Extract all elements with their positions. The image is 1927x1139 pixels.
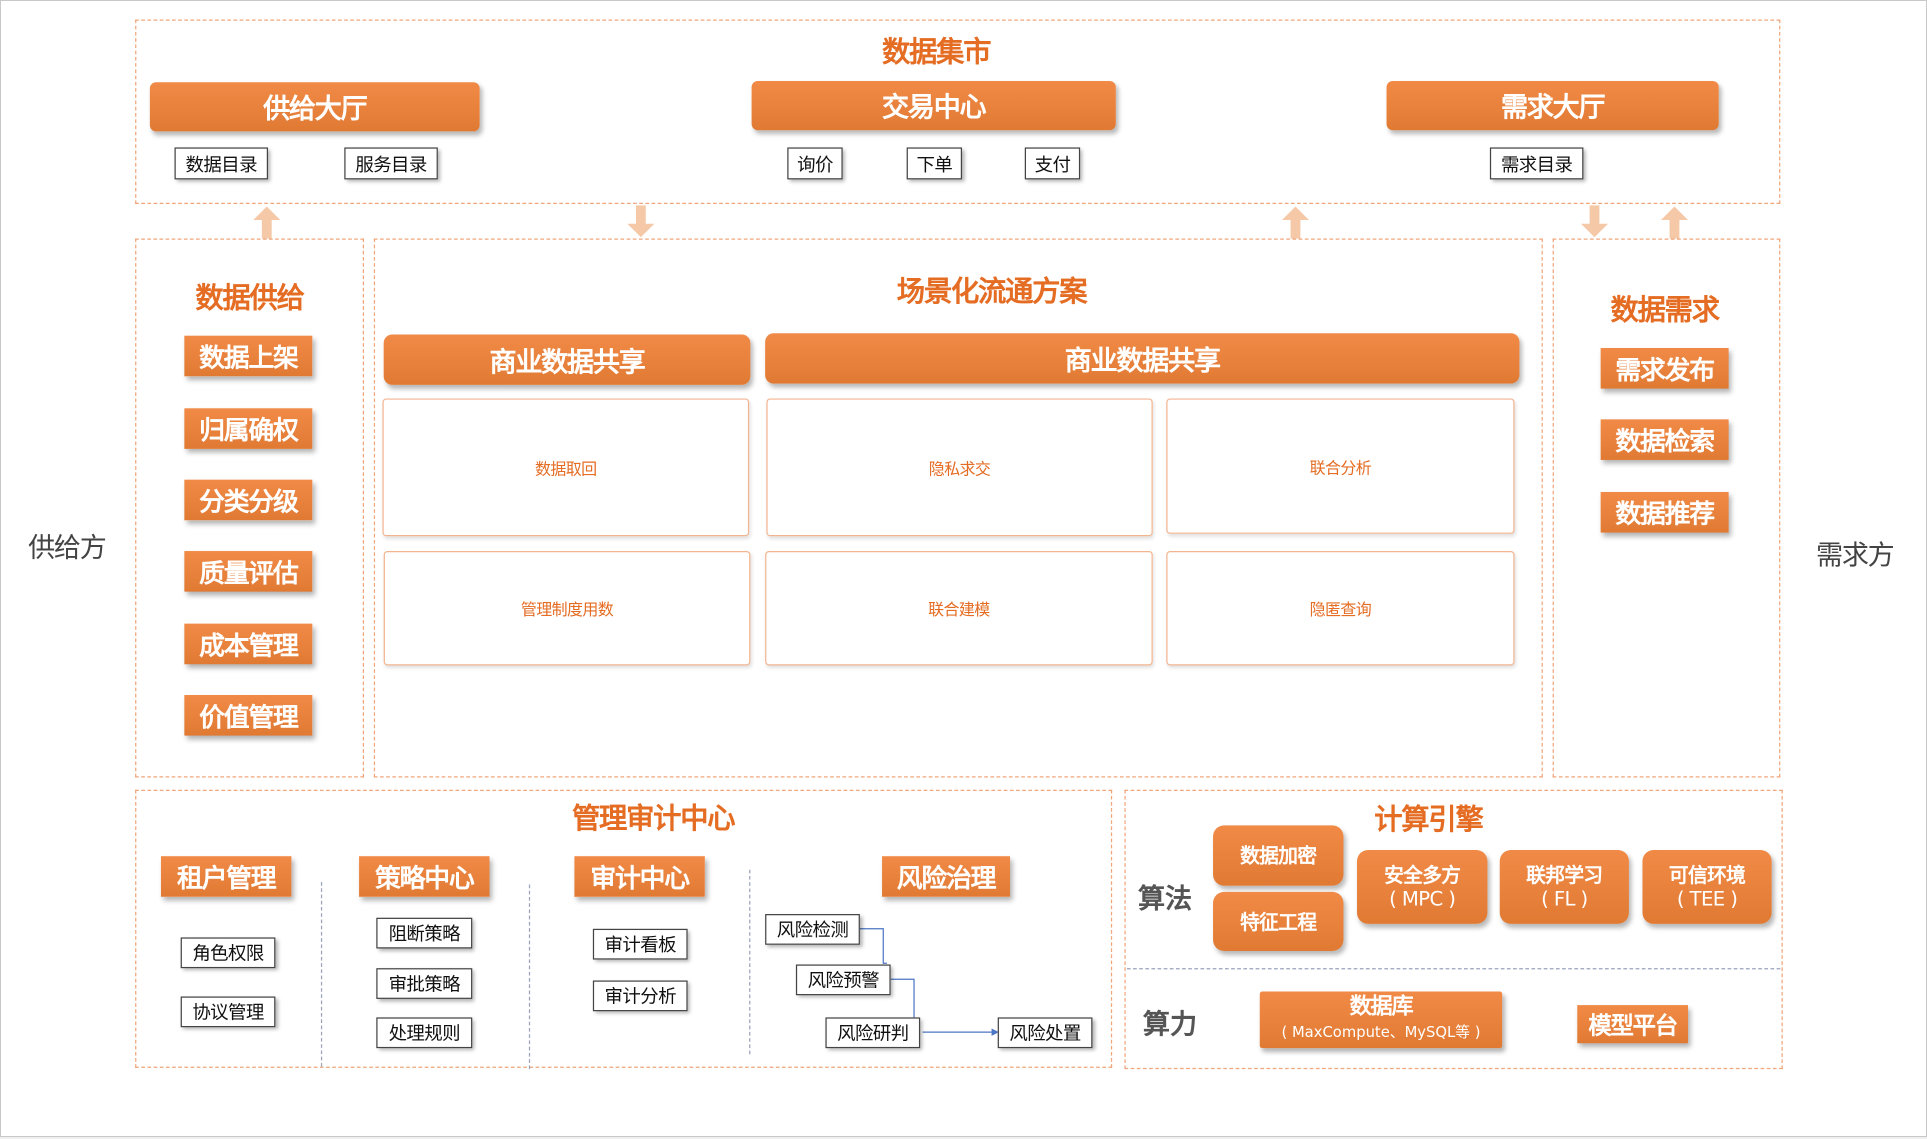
- feature-engineering-pill: 特征工程: [1213, 891, 1344, 951]
- demand-item-publish: 需求发布: [1600, 348, 1729, 389]
- data-encryption-pill: 数据加密: [1213, 825, 1344, 886]
- risk-warning-box: 风险预警: [795, 964, 891, 996]
- supply-item-quality: 质量评估: [184, 551, 313, 592]
- agreement-management-box: 协议管理: [180, 996, 276, 1028]
- demand-item-search: 数据检索: [1600, 419, 1729, 460]
- demander-side-label: 需求方: [1815, 541, 1895, 572]
- payment-box: 支付: [1024, 147, 1081, 180]
- data-demand-title: 数据需求: [1610, 295, 1720, 328]
- data-catalog-box: 数据目录: [174, 147, 269, 180]
- risk-disposal-box: 风险处置: [997, 1017, 1093, 1049]
- data-encryption-label: 数据加密: [1240, 843, 1317, 868]
- inquiry-box: 询价: [787, 147, 843, 180]
- block-policy-box: 阻断策略: [376, 917, 473, 949]
- handling-rule-box: 处理规则: [376, 1017, 473, 1049]
- data-supply-title: 数据供给: [195, 282, 305, 315]
- mpc-pill: 安全多方( MPC ): [1357, 850, 1488, 924]
- tenant-management-tag: 租户管理: [160, 856, 292, 897]
- supply-item-cost: 成本管理: [184, 623, 313, 665]
- arrow-down-icon: [627, 205, 655, 238]
- order-box: 下单: [906, 147, 963, 180]
- engine-divider: [1126, 968, 1781, 970]
- slide: 供给方 需求方 数据集市 供给大厅 数据目录 服务目录 交易中心 询价 下单 支…: [0, 0, 1927, 1137]
- scenario-title: 场景化流通方案: [896, 276, 1088, 309]
- data-market-title: 数据集市: [882, 36, 992, 69]
- supply-item-classification: 分类分级: [184, 479, 313, 521]
- scenario-cell-joint-modeling: 联合建模: [765, 551, 1153, 666]
- audit-analysis-box: 审计分析: [592, 980, 688, 1012]
- fl-label: 联邦学习: [1526, 863, 1603, 887]
- tee-label: 可信环境: [1668, 863, 1746, 887]
- scenario-cell-data-retrieval: 数据取回: [382, 398, 750, 537]
- audit-dashboard-box: 审计看板: [592, 928, 688, 960]
- compute-engine-title: 计算引擎: [1374, 804, 1484, 837]
- model-platform-tag: 模型平台: [1577, 1005, 1689, 1044]
- scenario-cell-policy-data-use: 管理制度用数: [383, 551, 751, 666]
- scenario-right-header: 商业数据共享: [765, 333, 1520, 384]
- arrow-down-icon: [1580, 205, 1609, 238]
- trade-center-bar: 交易中心: [751, 80, 1116, 131]
- role-permission-box: 角色权限: [180, 937, 276, 969]
- database-sub-label: ( MaxCompute、MySQL等 ): [1281, 1023, 1481, 1041]
- risk-governance-tag: 风险治理: [882, 856, 1011, 897]
- column-divider: [528, 884, 531, 1070]
- database-tag: 数据库 ( MaxCompute、MySQL等 ): [1259, 991, 1503, 1049]
- database-label: 数据库: [1349, 994, 1414, 1020]
- service-catalog-box: 服务目录: [344, 147, 438, 180]
- approval-policy-box: 审批策略: [376, 968, 473, 999]
- scenario-cell-joint-analysis: 联合分析: [1166, 398, 1515, 534]
- fl-sub-label: ( FL ): [1541, 886, 1588, 911]
- supply-hall-bar: 供给大厅: [149, 82, 480, 132]
- demand-catalog-box: 需求目录: [1489, 147, 1584, 180]
- mpc-sub-label: ( MPC ): [1389, 886, 1456, 911]
- mpc-label: 安全多方: [1384, 863, 1461, 887]
- arrow-up-icon: [1281, 206, 1310, 239]
- feature-engineering-label: 特征工程: [1240, 909, 1317, 934]
- diagram-canvas: 供给方 需求方 数据集市 供给大厅 数据目录 服务目录 交易中心 询价 下单 支…: [1, 1, 1927, 1139]
- tee-pill: 可信环境( TEE ): [1642, 850, 1772, 924]
- supply-item-listing: 数据上架: [184, 335, 313, 377]
- column-divider: [320, 882, 323, 1067]
- algorithm-label: 算法: [1137, 884, 1193, 916]
- policy-center-tag: 策略中心: [359, 856, 490, 897]
- risk-detect-box: 风险检测: [765, 914, 860, 945]
- demand-hall-bar: 需求大厅: [1386, 80, 1719, 131]
- supplier-side-label: 供给方: [28, 533, 107, 565]
- risk-assessment-box: 风险研判: [825, 1017, 921, 1049]
- supply-item-value: 价值管理: [184, 695, 313, 736]
- audit-center-tag: 审计中心: [574, 856, 705, 897]
- scenario-cell-psi: 隐私求交: [766, 398, 1153, 537]
- audit-center-title: 管理审计中心: [571, 803, 736, 836]
- tee-sub-label: ( TEE ): [1676, 886, 1738, 911]
- compute-power-label: 算力: [1142, 1010, 1198, 1041]
- scenario-cell-private-query: 隐匿查询: [1166, 551, 1515, 666]
- scenario-left-header: 商业数据共享: [383, 334, 751, 385]
- supply-item-ownership: 归属确权: [184, 408, 313, 449]
- arrow-up-icon: [253, 206, 281, 239]
- arrow-up-icon: [1660, 206, 1689, 239]
- fl-pill: 联邦学习( FL ): [1499, 850, 1629, 924]
- demand-item-recommend: 数据推荐: [1600, 491, 1729, 533]
